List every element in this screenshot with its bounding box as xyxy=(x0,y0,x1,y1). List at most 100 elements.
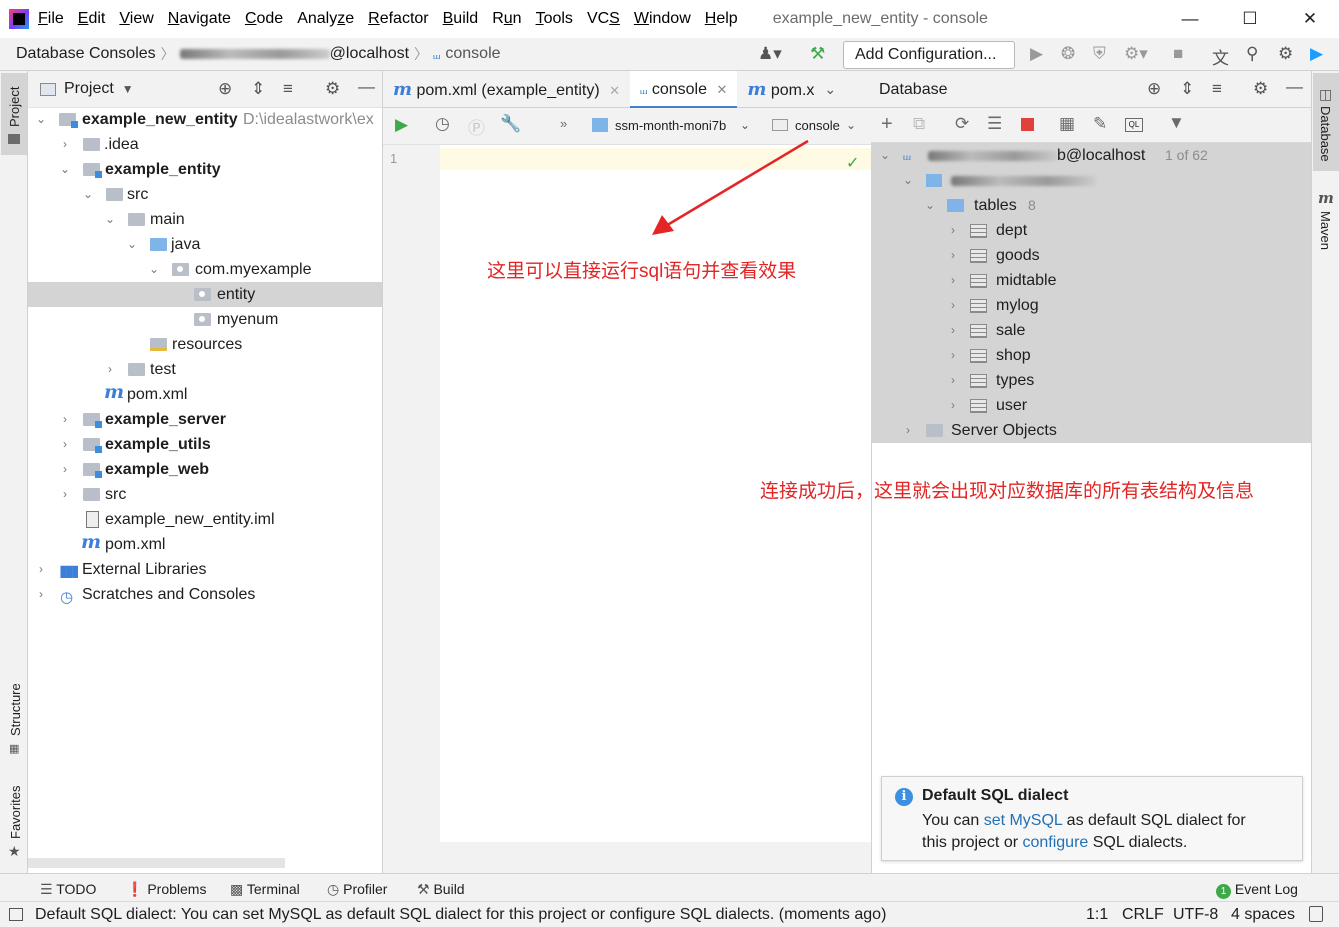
wrench-icon[interactable]: 🔧 xyxy=(500,114,521,134)
menu-view[interactable]: View xyxy=(119,10,153,28)
chevron-right-icon[interactable]: › xyxy=(105,357,115,382)
toggle-tool-windows-icon[interactable] xyxy=(9,908,23,921)
menu-run[interactable]: Run xyxy=(492,10,521,28)
tree-row-example-web[interactable]: › example_web xyxy=(28,457,382,482)
tree-row-example-utils[interactable]: › example_utils xyxy=(28,432,382,457)
execute-icon[interactable]: ▶ xyxy=(395,115,408,135)
chevron-right-icon[interactable]: › xyxy=(36,557,46,582)
tree-row-src-root[interactable]: › src xyxy=(28,482,382,507)
lock-icon[interactable] xyxy=(1309,906,1323,922)
run-icon[interactable]: ▶ xyxy=(1030,44,1043,64)
db-table-row[interactable]: › midtable xyxy=(871,268,1311,293)
tree-row-idea[interactable]: › .idea xyxy=(28,132,382,157)
settings-gear-icon[interactable]: ⚙ xyxy=(1278,44,1293,64)
add-icon[interactable]: + xyxy=(881,113,893,136)
chevron-down-icon[interactable]: ▼ xyxy=(122,82,134,96)
menu-refactor[interactable]: Refactor xyxy=(368,10,428,28)
maven-strip-label[interactable]: Maven xyxy=(1318,211,1333,250)
db-schema-row[interactable]: ⌄ xyxy=(871,168,1311,193)
tree-row-entity[interactable]: entity xyxy=(28,282,382,307)
hide-panel-icon[interactable]: — xyxy=(1286,77,1303,97)
status-message[interactable]: Default SQL dialect: You can set MySQL a… xyxy=(35,906,886,924)
db-table-row[interactable]: › sale xyxy=(871,318,1311,343)
tree-row-example-entity[interactable]: ⌄ example_entity xyxy=(28,157,382,182)
tree-row-com-myexample[interactable]: ⌄ com.myexample xyxy=(28,257,382,282)
db-table-row[interactable]: › dept xyxy=(871,218,1311,243)
tree-row-external-libraries[interactable]: › ▮▮▮ External Libraries xyxy=(28,557,382,582)
filter-icon[interactable]: ▼ xyxy=(1168,113,1185,133)
configure-link[interactable]: configure xyxy=(1022,834,1088,851)
chevron-right-icon[interactable]: › xyxy=(60,432,70,457)
refresh-icon[interactable]: ⟳ xyxy=(955,114,969,134)
notification-balloon[interactable]: i Default SQL dialect You can set MySQL … xyxy=(881,776,1303,861)
maximize-icon[interactable]: ☐ xyxy=(1235,6,1265,32)
tree-row-example-server[interactable]: › example_server xyxy=(28,407,382,432)
profile-icon[interactable]: ⚙▾ xyxy=(1124,44,1148,64)
project-panel-title[interactable]: Project xyxy=(64,80,114,98)
translate-icon[interactable]: 文 xyxy=(1212,44,1229,69)
terminal-tool-button[interactable]: ▩ Terminal xyxy=(230,881,300,898)
event-log-tool-button[interactable]: 1 Event Log xyxy=(1216,881,1298,899)
panel-settings-icon[interactable]: ⚙ xyxy=(1253,79,1268,99)
chevron-right-icon[interactable]: › xyxy=(903,418,913,443)
locate-icon[interactable]: ⊕ xyxy=(218,79,232,99)
minimize-icon[interactable]: — xyxy=(1175,6,1205,32)
tree-row-myenum[interactable]: myenum xyxy=(28,307,382,332)
db-table-row[interactable]: › goods xyxy=(871,243,1311,268)
database-panel-title[interactable]: Database xyxy=(879,81,948,99)
chevron-right-icon[interactable]: › xyxy=(948,293,958,318)
tree-row-pom-inner[interactable]: m pom.xml xyxy=(28,381,382,407)
chevron-right-icon[interactable]: › xyxy=(948,368,958,393)
set-mysql-link[interactable]: set MySQL xyxy=(984,812,1063,829)
panel-settings-icon[interactable]: ⚙ xyxy=(325,79,340,99)
file-encoding[interactable]: UTF-8 xyxy=(1173,906,1218,924)
tree-row-scratches[interactable]: › ◷ Scratches and Consoles xyxy=(28,582,382,607)
todo-tool-button[interactable]: ☰ TODO xyxy=(40,881,96,898)
close-tab-icon[interactable]: ✕ xyxy=(716,82,727,97)
chevron-down-icon[interactable]: ⌄ xyxy=(36,107,46,132)
db-connection-row[interactable]: ⌄ ⧢ b@localhost 1 of 62 xyxy=(871,143,1311,168)
tabs-overflow-chevron-icon[interactable]: ⌄ xyxy=(824,81,836,98)
console-selector[interactable]: console xyxy=(795,118,840,133)
favorites-strip-label[interactable]: Favorites xyxy=(8,786,23,839)
chevron-down-icon[interactable]: ⌄ xyxy=(925,193,935,218)
chevron-down-icon[interactable]: ⌄ xyxy=(880,143,890,168)
schema-filter-icon[interactable]: ☰ xyxy=(987,114,1002,134)
edit-icon[interactable]: ✎ xyxy=(1093,114,1107,134)
breadcrumb-database-consoles[interactable]: Database Consoles xyxy=(16,45,156,63)
chevron-right-icon[interactable]: › xyxy=(60,457,70,482)
duplicate-icon[interactable]: ⧉ xyxy=(913,114,925,134)
chevron-down-icon[interactable]: ⌄ xyxy=(105,207,115,232)
coverage-icon[interactable]: ⛨ xyxy=(1093,44,1106,64)
chevron-right-icon[interactable]: › xyxy=(948,393,958,418)
menu-analyze[interactable]: Analyze xyxy=(297,10,354,28)
tab-pom-example-entity[interactable]: m pom.xml (example_entity) ✕ xyxy=(383,71,630,108)
query-console-icon[interactable]: QL xyxy=(1125,118,1143,132)
collapse-all-icon[interactable]: ≡ xyxy=(283,79,293,99)
search-icon[interactable]: ⚲ xyxy=(1246,44,1258,64)
tree-row-iml[interactable]: example_new_entity.iml xyxy=(28,507,382,532)
chevron-right-icon[interactable]: › xyxy=(60,132,70,157)
chevron-right-icon[interactable]: › xyxy=(60,407,70,432)
close-window-icon[interactable]: ✕ xyxy=(1295,6,1325,32)
pin-icon[interactable]: Ⓟ xyxy=(468,114,485,139)
menu-window[interactable]: Window xyxy=(634,10,691,28)
db-table-row[interactable]: › user xyxy=(871,393,1311,418)
close-tab-icon[interactable]: ✕ xyxy=(609,83,620,98)
caret-position[interactable]: 1:1 xyxy=(1086,906,1108,924)
collapse-all-icon[interactable]: ≡ xyxy=(1212,79,1222,99)
menu-vcs[interactable]: VCS xyxy=(587,10,620,28)
menu-build[interactable]: Build xyxy=(443,10,479,28)
db-table-row[interactable]: › types xyxy=(871,368,1311,393)
chevron-down-icon[interactable]: ⌄ xyxy=(60,157,70,182)
chevron-right-icon[interactable]: › xyxy=(948,318,958,343)
line-separator[interactable]: CRLF xyxy=(1122,906,1164,924)
chevron-right-icon[interactable]: › xyxy=(36,582,46,607)
chevron-right-icon[interactable]: › xyxy=(948,218,958,243)
add-configuration-button[interactable]: Add Configuration... xyxy=(843,41,1015,69)
tree-row-root[interactable]: ⌄ example_new_entity D:\idealastwork\ex xyxy=(28,107,382,132)
chevron-down-icon[interactable]: ⌄ xyxy=(149,257,159,282)
history-icon[interactable]: ◷ xyxy=(435,114,450,134)
menu-edit[interactable]: Edit xyxy=(78,10,106,28)
chevron-down-icon[interactable]: ⌄ xyxy=(846,118,856,132)
